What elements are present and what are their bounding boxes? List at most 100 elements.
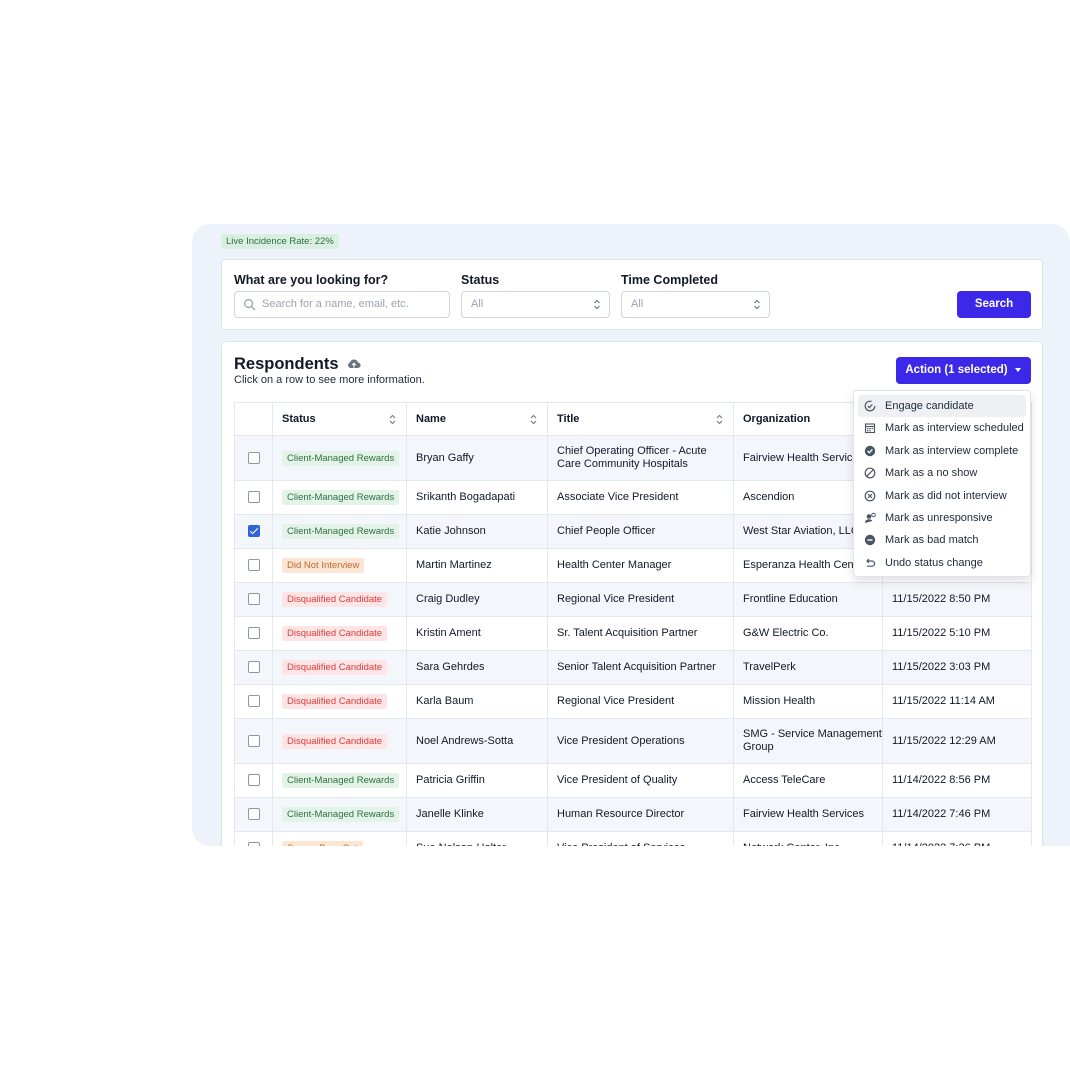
menu-item-mark-as-interview-complete[interactable]: Mark as interview complete bbox=[858, 440, 1026, 462]
table-row[interactable]: Disqualified Candidate Noel Andrews-Sotta… bbox=[234, 718, 1032, 764]
name-cell: Karla Baum bbox=[406, 684, 548, 719]
title-cell: Human Resource Director bbox=[547, 797, 734, 832]
sort-icon bbox=[716, 414, 723, 425]
title-cell: Vice President Operations bbox=[547, 718, 734, 764]
row-checkbox[interactable] bbox=[247, 559, 260, 572]
row-checkbox[interactable] bbox=[247, 808, 260, 821]
menu-item-label: Mark as interview scheduled bbox=[885, 422, 1024, 435]
row-checkbox-cell bbox=[234, 831, 273, 846]
table-row[interactable]: Disqualified Candidate Sara Gehrdes Senior… bbox=[234, 650, 1032, 685]
row-checkbox[interactable] bbox=[247, 593, 260, 606]
row-checkbox[interactable] bbox=[247, 525, 260, 538]
name-cell: Sara Gehrdes bbox=[406, 650, 548, 685]
menu-item-mark-as-did-not-interview[interactable]: Mark as did not interview bbox=[858, 485, 1026, 507]
menu-item-label: Engage candidate bbox=[885, 400, 974, 412]
calendar-icon bbox=[864, 423, 876, 434]
name-cell: Craig Dudley bbox=[406, 582, 548, 617]
menu-item-label: Mark as bad match bbox=[885, 534, 979, 547]
time-completed-select[interactable]: All bbox=[621, 291, 770, 318]
search-card: What are you looking for? Search for a n… bbox=[221, 259, 1043, 330]
status-select[interactable]: All bbox=[461, 291, 610, 318]
status-cell: Did Not Interview bbox=[272, 548, 407, 583]
name-cell: Kristin Ament bbox=[406, 616, 548, 651]
status-cell: Client-Managed Rewards bbox=[272, 435, 407, 481]
status-cell: Disqualified Candidate bbox=[272, 684, 407, 719]
name-cell: Sue Nelson-Holter bbox=[406, 831, 548, 846]
row-checkbox[interactable] bbox=[247, 774, 260, 787]
page-title: Respondents bbox=[234, 355, 361, 374]
time-completed-cell: 11/14/2022 7:36 PM bbox=[882, 831, 1032, 846]
table-row[interactable]: Client-Managed Rewards Patricia Griffin Vi… bbox=[234, 763, 1032, 798]
action-dropdown-menu: Engage candidate Mark as interview schedu… bbox=[853, 390, 1031, 577]
status-badge: Client-Managed Rewards bbox=[282, 773, 400, 788]
search-input[interactable]: Search for a name, email, etc. bbox=[234, 291, 450, 318]
engage-icon bbox=[864, 400, 876, 412]
action-button[interactable]: Action (1 selected) bbox=[896, 357, 1031, 384]
row-checkbox-cell bbox=[234, 548, 273, 583]
incidence-rate-badge: Live Incidence Rate: 22% bbox=[221, 234, 339, 249]
status-cell: Disqualified Candidate bbox=[272, 650, 407, 685]
menu-item-mark-as-unresponsive[interactable]: Mark as unresponsive bbox=[858, 507, 1026, 529]
table-row[interactable]: Survey Drop Out Sue Nelson-HolterVice Pre… bbox=[234, 831, 1032, 846]
row-checkbox[interactable] bbox=[247, 627, 260, 640]
select-all-header bbox=[234, 402, 273, 436]
time-completed-cell: 11/15/2022 8:50 PM bbox=[882, 582, 1032, 617]
time-completed-cell: 11/15/2022 12:29 AM bbox=[882, 718, 1032, 764]
menu-item-mark-as-bad-match[interactable]: Mark as bad match bbox=[858, 529, 1026, 551]
row-checkbox-cell bbox=[234, 763, 273, 798]
status-label: Status bbox=[461, 273, 500, 287]
status-cell: Survey Drop Out bbox=[272, 831, 407, 846]
row-checkbox-cell bbox=[234, 684, 273, 719]
column-header-status[interactable]: Status bbox=[272, 402, 407, 436]
cloud-upload-icon[interactable] bbox=[347, 358, 361, 370]
column-header-name[interactable]: Name bbox=[406, 402, 548, 436]
menu-item-undo-status-change[interactable]: Undo status change bbox=[858, 552, 1026, 574]
row-checkbox[interactable] bbox=[247, 842, 260, 846]
minus-circle-icon bbox=[864, 535, 876, 546]
table-row[interactable]: Disqualified Candidate Craig Dudley Region… bbox=[234, 582, 1032, 617]
table-row[interactable]: Disqualified Candidate Karla Baum Regional… bbox=[234, 684, 1032, 719]
unresponsive-icon bbox=[865, 512, 876, 523]
organization-cell: TravelPerk bbox=[733, 650, 883, 685]
undo-icon bbox=[866, 558, 876, 567]
chevron-updown-icon bbox=[594, 299, 600, 310]
column-label: Name bbox=[416, 413, 446, 425]
sort-icon bbox=[530, 414, 537, 425]
row-checkbox[interactable] bbox=[247, 451, 260, 464]
status-cell: Client-Managed Rewards bbox=[272, 514, 407, 549]
row-checkbox[interactable] bbox=[247, 491, 260, 504]
status-cell: Disqualified Candidate bbox=[272, 582, 407, 617]
status-badge: Disqualified Candidate bbox=[282, 626, 388, 641]
status-cell: Client-Managed Rewards bbox=[272, 480, 407, 515]
status-badge: Disqualified Candidate bbox=[282, 694, 388, 709]
row-checkbox[interactable] bbox=[247, 734, 260, 747]
column-label: Status bbox=[282, 413, 316, 425]
organization-cell: SMG - Service Management Group bbox=[733, 718, 883, 764]
organization-cell: Network Center, Inc. bbox=[733, 831, 883, 846]
column-header-title[interactable]: Title bbox=[547, 402, 734, 436]
search-button[interactable]: Search bbox=[957, 291, 1031, 318]
menu-item-engage-candidate[interactable]: Engage candidate bbox=[858, 395, 1026, 418]
menu-item-label: Mark as a no show bbox=[885, 467, 978, 480]
row-checkbox-cell bbox=[234, 514, 273, 549]
row-checkbox[interactable] bbox=[247, 661, 260, 674]
status-badge: Client-Managed Rewards bbox=[282, 524, 400, 539]
time-completed-cell: 11/15/2022 3:03 PM bbox=[882, 650, 1032, 685]
menu-item-label: Mark as did not interview bbox=[885, 489, 1007, 502]
menu-item-mark-as-interview-scheduled[interactable]: Mark as interview scheduled bbox=[858, 417, 1026, 439]
menu-item-mark-as-a-no-show[interactable]: Mark as a no show bbox=[858, 462, 1026, 484]
table-row[interactable]: Client-Managed Rewards Janelle Klinke Huma… bbox=[234, 797, 1032, 832]
title-cell: Regional Vice President bbox=[547, 684, 734, 719]
time-completed-cell: 11/15/2022 5:10 PM bbox=[882, 616, 1032, 651]
name-cell: Martin Martinez bbox=[406, 548, 548, 583]
status-badge: Disqualified Candidate bbox=[282, 592, 388, 607]
title-cell: Vice President of Services bbox=[547, 831, 734, 846]
menu-item-label: Undo status change bbox=[885, 556, 983, 569]
organization-cell: Fairview Health Services bbox=[733, 797, 883, 832]
column-label: Organization bbox=[743, 413, 811, 425]
chevron-updown-icon bbox=[754, 299, 760, 310]
name-cell: Patricia Griffin bbox=[406, 763, 548, 798]
status-cell: Client-Managed Rewards bbox=[272, 763, 407, 798]
table-row[interactable]: Disqualified Candidate Kristin Ament Sr. T… bbox=[234, 616, 1032, 651]
row-checkbox[interactable] bbox=[247, 695, 260, 708]
